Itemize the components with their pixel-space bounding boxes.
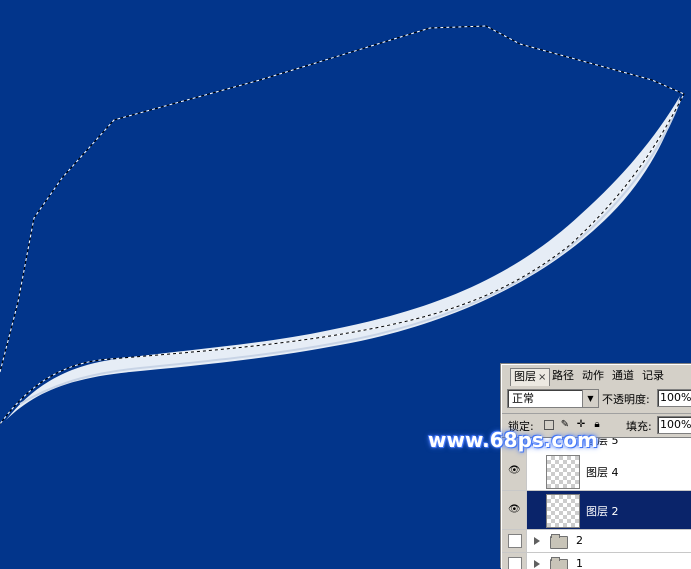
tab-channels-label: 通道 bbox=[612, 369, 634, 382]
layer-thumbnail bbox=[546, 455, 580, 489]
fill-label: 填充: bbox=[626, 420, 652, 433]
visibility-toggle[interactable] bbox=[508, 557, 522, 569]
visibility-cell[interactable]: 👁︎ bbox=[502, 491, 527, 529]
layer-row[interactable]: 👁︎ 图层 4 bbox=[502, 452, 691, 491]
close-icon[interactable]: × bbox=[538, 372, 546, 383]
tab-actions[interactable]: 动作 bbox=[580, 368, 606, 385]
visibility-cell[interactable] bbox=[502, 553, 527, 569]
layers-panel: 图层 × 路径 动作 通道 记录 正常 ▼ 不透明度: 100% 锁定: ✎ ✛ … bbox=[501, 364, 691, 569]
blend-mode-value: 正常 bbox=[512, 392, 534, 405]
layer-name: 图层 4 bbox=[586, 466, 619, 479]
group-name: 2 bbox=[576, 534, 583, 547]
group-name: 1 bbox=[576, 557, 583, 569]
layers-list: 图层 5 👁︎ 图层 4 👁︎ 图层 2 2 1 bbox=[502, 437, 691, 569]
chevron-down-icon[interactable]: ▼ bbox=[582, 390, 598, 407]
layer-group-row[interactable]: 1 bbox=[502, 553, 691, 569]
eye-icon[interactable]: 👁︎ bbox=[508, 505, 521, 515]
watermark-text: www.68ps.com bbox=[428, 428, 598, 452]
tab-layers-label: 图层 bbox=[514, 370, 536, 383]
tab-history[interactable]: 记录 bbox=[640, 368, 666, 385]
visibility-cell[interactable]: 👁︎ bbox=[502, 452, 527, 490]
tab-layers[interactable]: 图层 × bbox=[510, 368, 551, 386]
panel-tabbar: 图层 × 路径 动作 通道 记录 bbox=[502, 365, 691, 386]
opacity-input[interactable]: 100% bbox=[657, 389, 691, 407]
tab-actions-label: 动作 bbox=[582, 369, 604, 382]
expand-triangle-icon[interactable] bbox=[534, 560, 540, 568]
tab-channels[interactable]: 通道 bbox=[610, 368, 636, 385]
visibility-toggle[interactable] bbox=[508, 534, 522, 548]
layer-thumbnail bbox=[546, 494, 580, 528]
visibility-cell[interactable] bbox=[502, 530, 527, 552]
blend-row: 正常 ▼ 不透明度: 100% bbox=[502, 387, 691, 409]
eye-icon[interactable]: 👁︎ bbox=[508, 466, 521, 476]
tab-history-label: 记录 bbox=[642, 369, 664, 382]
fill-input[interactable]: 100% bbox=[657, 416, 691, 434]
layer-name: 图层 2 bbox=[586, 505, 619, 518]
layer-group-row[interactable]: 2 bbox=[502, 530, 691, 553]
folder-icon bbox=[550, 534, 568, 549]
blend-mode-select[interactable]: 正常 ▼ bbox=[507, 389, 599, 408]
tab-paths-label: 路径 bbox=[552, 369, 574, 382]
expand-triangle-icon[interactable] bbox=[534, 537, 540, 545]
tab-paths[interactable]: 路径 bbox=[550, 368, 576, 385]
layer-row-selected[interactable]: 👁︎ 图层 2 bbox=[502, 491, 691, 530]
opacity-label: 不透明度: bbox=[602, 393, 650, 406]
